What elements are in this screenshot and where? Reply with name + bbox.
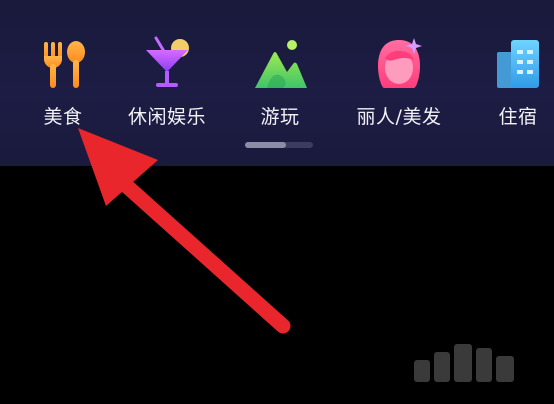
category-leisure[interactable]: 休闲娱乐 [112, 36, 222, 131]
mountain-icon [251, 36, 309, 92]
woman-face-icon [370, 36, 428, 92]
category-play[interactable]: 游玩 [225, 36, 335, 131]
fork-spoon-icon [34, 36, 92, 92]
app-screen: 美食 休闲娱乐 游玩 丽人/美发 住宿 [0, 0, 554, 404]
category-beauty[interactable]: 丽人/美发 [344, 36, 454, 131]
category-label: 游玩 [260, 106, 300, 128]
category-label: 休闲娱乐 [127, 106, 206, 128]
category-panel: 美食 休闲娱乐 游玩 丽人/美发 住宿 [0, 0, 554, 166]
page-indicator-thumb [245, 142, 286, 148]
category-label: 住宿 [498, 106, 538, 128]
category-row: 美食 休闲娱乐 游玩 丽人/美发 住宿 [0, 0, 554, 140]
page-indicator[interactable] [245, 142, 313, 148]
watermark-logo [414, 344, 514, 382]
category-food[interactable]: 美食 [8, 36, 118, 131]
category-label: 丽人/美发 [356, 106, 442, 128]
hotel-building-icon [489, 36, 547, 92]
category-label: 美食 [43, 106, 83, 128]
category-hotel[interactable]: 住宿 [463, 36, 554, 131]
cocktail-icon [138, 36, 196, 92]
